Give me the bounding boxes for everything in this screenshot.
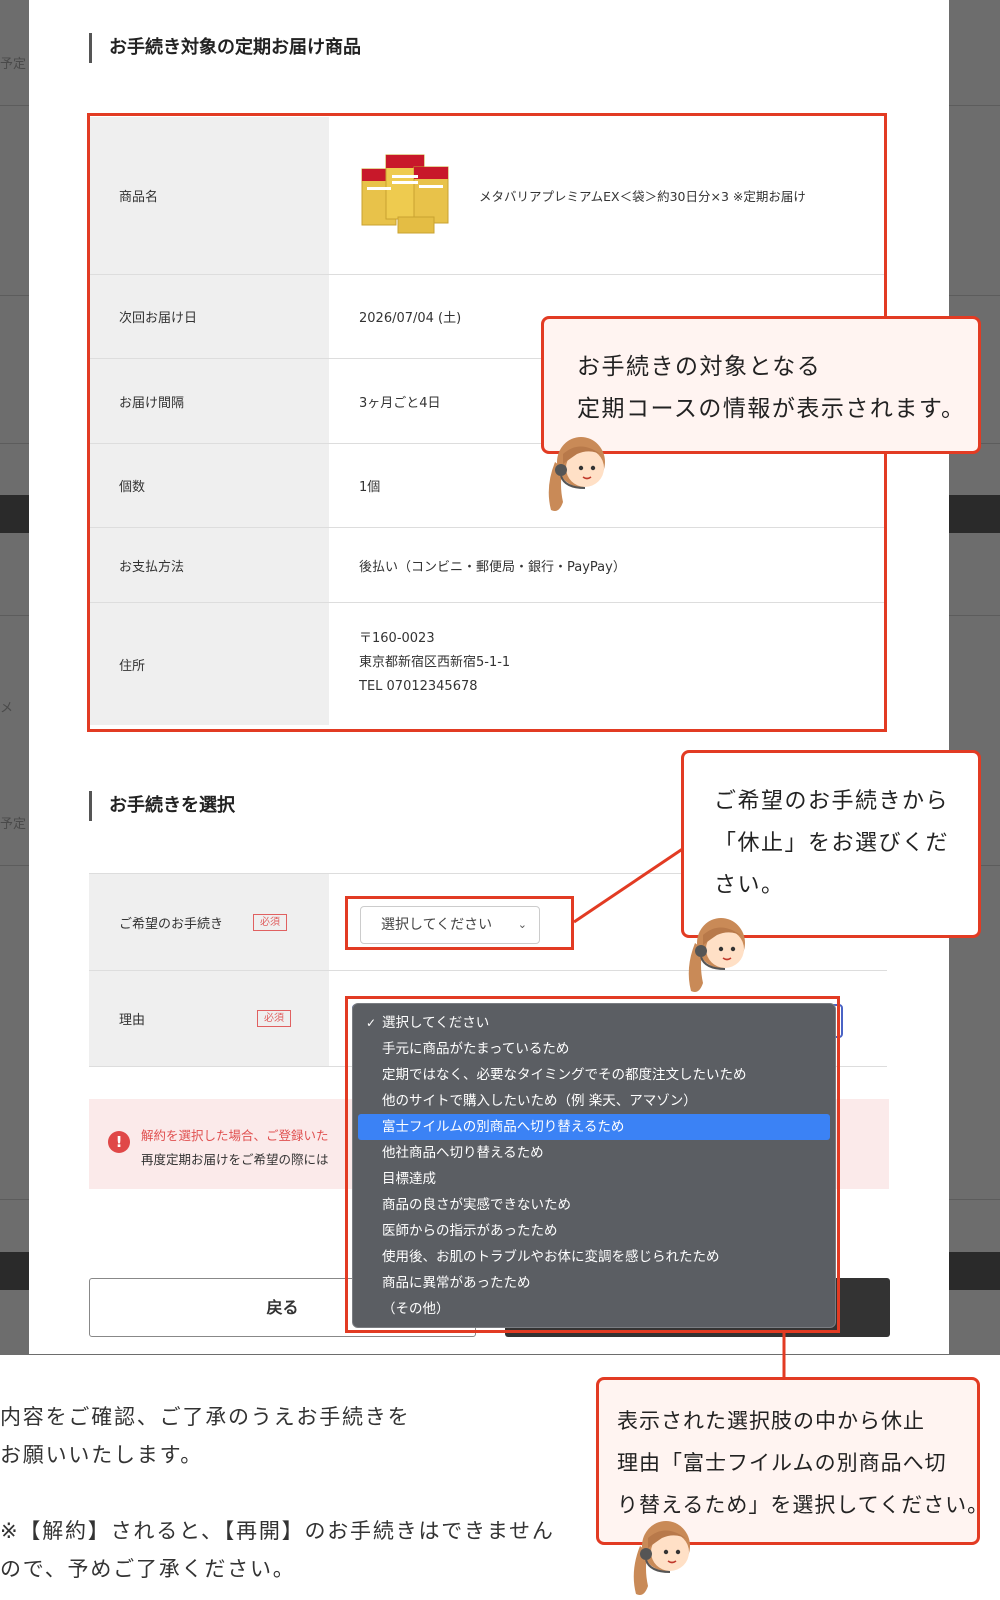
- callout-reason-text: 表示された選択肢の中から休止 理由「富士フイルムの別商品へ切 り替えるため」を選…: [617, 1409, 990, 1517]
- quantity-label: 個数: [89, 444, 329, 527]
- reason-option[interactable]: 手元に商品がたまっているため: [358, 1036, 830, 1062]
- table-row-product: 商品名 メタバリアプレミアムEX＜袋＞約30日分×3 ※定期お届け: [89, 117, 887, 275]
- procedure-label-cell: ご希望のお手続き 必須: [89, 874, 329, 970]
- reason-option[interactable]: ✓ 選択してください: [358, 1010, 830, 1036]
- address-label: 住所: [89, 603, 329, 725]
- product-cell: メタバリアプレミアムEX＜袋＞約30日分×3 ※定期お届け: [329, 117, 887, 274]
- reason-option[interactable]: 商品の良さが実感できないため: [358, 1192, 830, 1218]
- payment-label: お支払方法: [89, 528, 329, 602]
- reason-option[interactable]: 目標達成: [358, 1166, 830, 1192]
- required-badge: 必須: [257, 1010, 291, 1027]
- reason-label: 理由: [119, 1013, 146, 1028]
- interval-label: お届け間隔: [89, 359, 329, 443]
- product-image: [361, 154, 449, 234]
- reason-option[interactable]: 商品に異常があったため: [358, 1270, 830, 1296]
- bg-text-stub: メ: [0, 701, 14, 716]
- section-heading-select-procedure: お手続きを選択: [89, 791, 235, 821]
- next-delivery-label: 次回お届け日: [89, 275, 329, 358]
- bottom-note-confirm: 内容をご確認、ご了承のうえお手続きを お願いいたします。: [0, 1405, 411, 1467]
- reason-option[interactable]: 他社商品へ切り替えるため: [358, 1140, 830, 1166]
- procedure-select-value: 選択してください: [381, 917, 493, 933]
- chevron-down-icon: ⌄: [517, 918, 527, 931]
- alert-icon: !: [108, 1131, 130, 1153]
- reason-option[interactable]: 使用後、お肌のトラブルやお体に変調を感じられたため: [358, 1244, 830, 1270]
- product-label: 商品名: [89, 117, 329, 274]
- address-line: 東京都新宿区西新宿5-1-1: [359, 655, 511, 670]
- procedure-label: ご希望のお手続き: [119, 916, 224, 932]
- reason-option[interactable]: 定期ではなく、必要なタイミングでその都度注文したいため: [358, 1062, 830, 1088]
- checkmark-icon: ✓: [366, 1016, 377, 1030]
- section-heading-target-product: お手続き対象の定期お届け商品: [89, 33, 361, 63]
- table-row-address: 住所 〒160-0023 東京都新宿区西新宿5-1-1 TEL 07012345…: [89, 603, 887, 725]
- operator-girl-icon: [688, 918, 745, 992]
- operator-girl-icon: [548, 437, 605, 511]
- required-badge: 必須: [253, 913, 288, 931]
- callout-choose-pause: ご希望のお手続きから 「休止」をお選びくだ さい。: [681, 750, 981, 938]
- alert-text-note: 再度定期お届けをご希望の際には: [141, 1152, 329, 1167]
- address-postal: 〒160-0023: [359, 631, 435, 646]
- operator-girl-icon: [633, 1521, 690, 1595]
- bg-text-stub: 予定: [0, 57, 27, 72]
- reason-option[interactable]: 医師からの指示があったため: [358, 1218, 830, 1244]
- bottom-note-cancel-warning: ※【解約】されると、【再開】のお手続きはできません ので、予めご了承ください。: [0, 1519, 555, 1581]
- address-value: 〒160-0023 東京都新宿区西新宿5-1-1 TEL 07012345678: [329, 603, 887, 725]
- reason-option[interactable]: 他のサイトで購入したいため（例 楽天、アマゾン）: [358, 1088, 830, 1114]
- reason-option-highlighted[interactable]: 富士フイルムの別商品へ切り替えるため: [358, 1114, 830, 1140]
- alert-text-warning: 解約を選択した場合、ご登録いた: [141, 1128, 329, 1143]
- product-name: メタバリアプレミアムEX＜袋＞約30日分×3 ※定期お届け: [479, 189, 806, 204]
- table-row-payment: お支払方法 後払い（コンビニ・郵便局・銀行・PayPay）: [89, 528, 887, 603]
- callout-choose-text: ご希望のお手続きから 「休止」をお選びくだ さい。: [714, 789, 950, 898]
- reason-label-cell: 理由 必須: [89, 971, 329, 1066]
- reason-dropdown-menu[interactable]: ✓ 選択してください 手元に商品がたまっているため 定期ではなく、必要なタイミング…: [352, 1003, 836, 1328]
- table-row-quantity: 個数 1個: [89, 444, 887, 528]
- reason-option[interactable]: （その他）: [358, 1296, 830, 1322]
- callout-info-text: お手続きの対象となる 定期コースの情報が表示されます。: [577, 354, 966, 422]
- bg-text-stub: 予定: [0, 817, 27, 832]
- address-tel: TEL 07012345678: [359, 679, 478, 694]
- payment-value: 後払い（コンビニ・郵便局・銀行・PayPay）: [359, 559, 626, 575]
- procedure-select[interactable]: 選択してください ⌄: [360, 906, 540, 944]
